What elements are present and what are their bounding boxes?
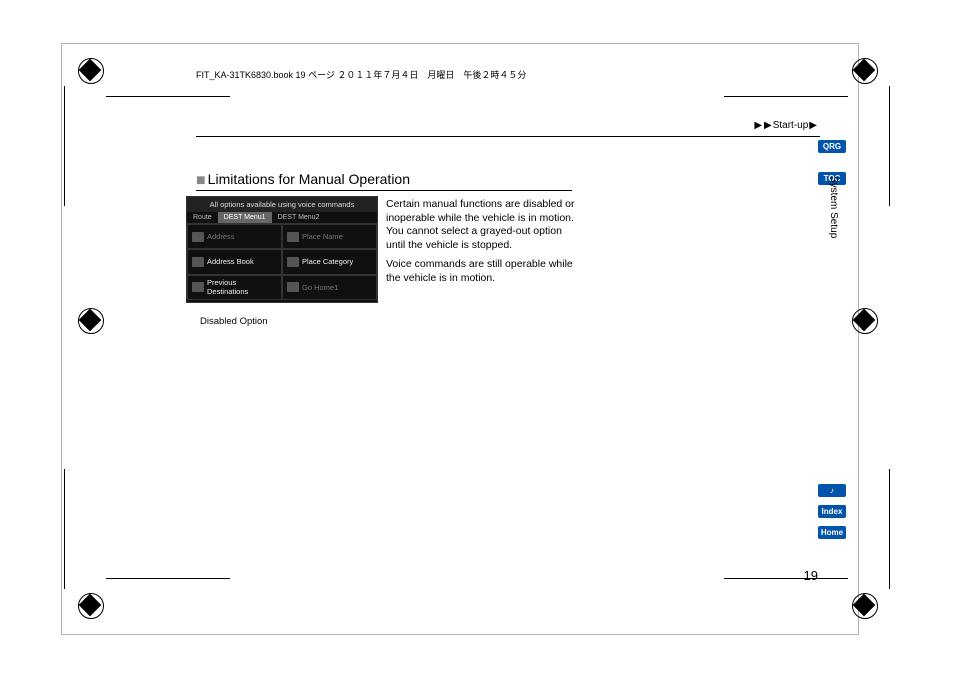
triangle-right-icon: ▶ [764,120,772,131]
sidebar-qrg-button[interactable]: QRG [818,140,846,153]
category-icon [287,257,299,267]
triangle-right-icon: ▶ [809,120,817,131]
device-screenshot: All options available using voice comman… [186,196,378,303]
device-cell-address-book: Address Book [187,249,282,274]
device-cell-label: Go Home1 [302,283,338,292]
page-number: 19 [804,568,818,583]
section-vertical-label: System Setup [828,176,839,238]
breadcrumb: ▶▶Start-up▶ [753,120,818,131]
device-cell-label: Previous Destinations [207,278,277,296]
book-icon [192,257,204,267]
breadcrumb-label: Start-up [773,120,809,131]
horizontal-rule [196,136,820,137]
device-tab-route: Route [187,212,218,223]
device-tab-menu2: DEST Menu2 [272,212,326,223]
device-cell-go-home: Go Home1 [282,275,377,300]
heading-underline [196,190,572,191]
home-icon [287,282,299,292]
device-tab-menu1: DEST Menu1 [218,212,272,223]
body-paragraph-2: Voice commands are still operable while … [386,258,576,285]
building-icon [287,232,299,242]
device-cell-place-name: Place Name [282,224,377,249]
device-cell-label: Place Name [302,232,343,241]
page-frame [62,44,858,634]
section-heading: ■Limitations for Manual Operation [196,168,410,192]
device-cell-address: Address [187,224,282,249]
triangle-right-icon: ▶ [754,120,762,131]
device-cell-previous: Previous Destinations [187,275,282,300]
sidebar-home-button[interactable]: Home [818,526,846,539]
sidebar-index-button[interactable]: Index [818,505,846,518]
device-cell-label: Address [207,232,235,241]
device-option-grid: Address Place Name Address Book Place Ca… [187,224,377,300]
device-cell-label: Place Category [302,257,353,266]
doc-header-line: FIT_KA-31TK6830.book 19 ページ ２０１１年７月４日 月曜… [196,68,526,81]
device-tabs: Route DEST Menu1 DEST Menu2 [187,212,377,224]
body-paragraph-1: Certain manual functions are disabled or… [386,198,576,252]
figure-caption: Disabled Option [200,316,268,327]
globe-icon [192,232,204,242]
sidebar-voice-button[interactable]: ♪ [818,484,846,497]
device-topbar: All options available using voice comman… [187,197,377,212]
heading-text: Limitations for Manual Operation [208,171,410,187]
square-marker-icon: ■ [196,172,206,189]
clock-icon [192,282,204,292]
device-cell-label: Address Book [207,257,254,266]
device-cell-place-category: Place Category [282,249,377,274]
